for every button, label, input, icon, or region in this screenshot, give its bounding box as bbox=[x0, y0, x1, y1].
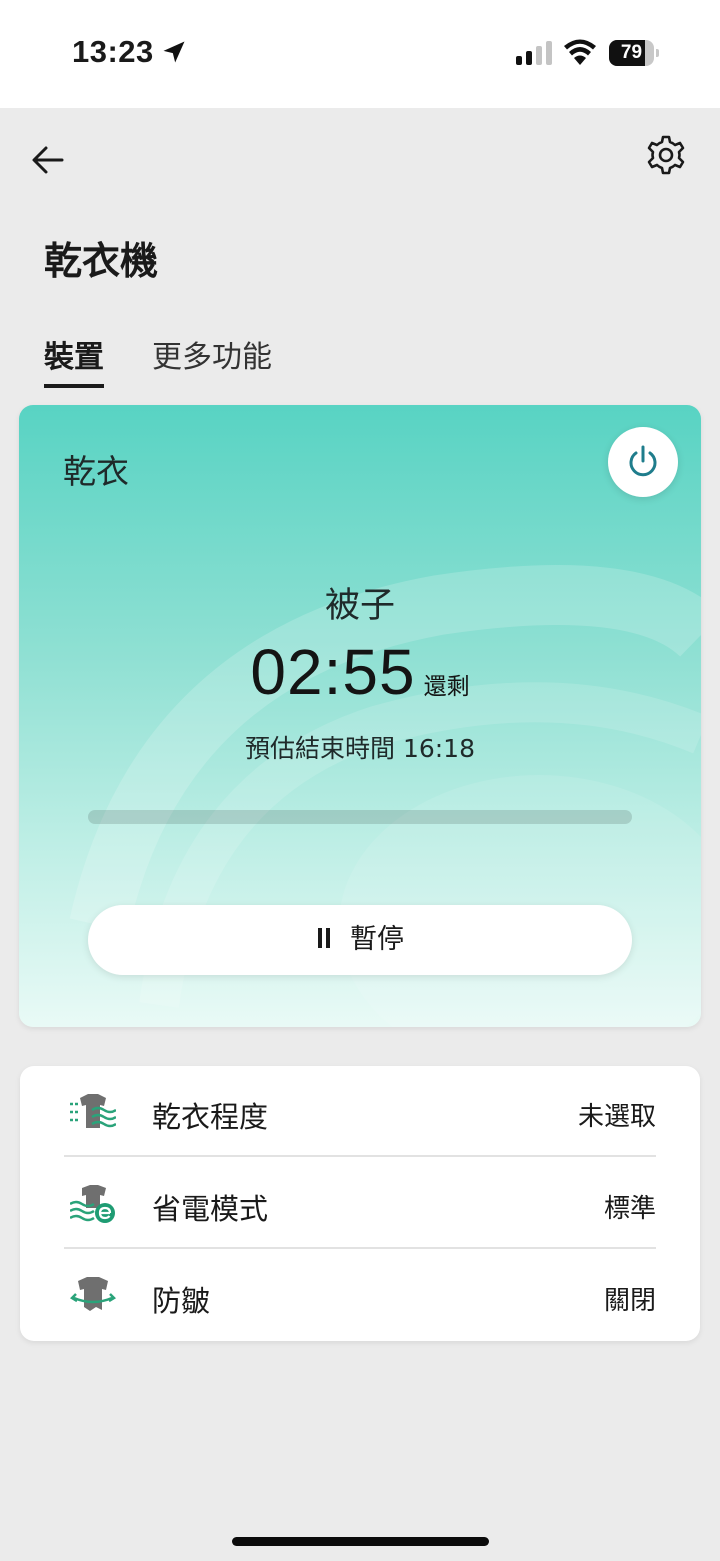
cycle-progress-bar bbox=[88, 810, 632, 824]
battery-level: 79 bbox=[620, 42, 643, 63]
time-remaining-suffix: 還剩 bbox=[423, 674, 470, 700]
tab-more-features[interactable]: 更多功能 bbox=[152, 332, 272, 376]
pause-button-label: 暫停 bbox=[350, 924, 404, 955]
setting-label: 乾衣程度 bbox=[152, 1100, 269, 1134]
battery-indicator: 79 bbox=[609, 40, 659, 66]
setting-label: 省電模式 bbox=[152, 1192, 269, 1226]
settings-button[interactable] bbox=[644, 134, 688, 178]
setting-row-eco-mode[interactable]: 省電模式 標準 bbox=[64, 1158, 656, 1249]
time-remaining: 02:55 bbox=[250, 636, 416, 708]
time-remaining-row: 02:55 還剩 bbox=[19, 635, 701, 709]
cycle-status-card: 乾衣 被子 02:55 還剩 預估結束時間 16:18 暫停 bbox=[19, 405, 701, 1027]
status-time: 13:23 bbox=[72, 34, 154, 69]
wifi-icon bbox=[564, 39, 596, 65]
home-indicator[interactable] bbox=[232, 1537, 489, 1546]
program-name: 被子 bbox=[324, 586, 395, 626]
drying-level-icon bbox=[70, 1094, 116, 1128]
setting-row-anti-crease[interactable]: 防皺 關閉 bbox=[64, 1250, 656, 1341]
setting-value: 標準 bbox=[603, 1194, 656, 1224]
gear-icon bbox=[647, 135, 685, 175]
setting-value: 未選取 bbox=[577, 1102, 656, 1132]
location-arrow-icon bbox=[163, 41, 185, 63]
status-bar: 13:23 79 bbox=[0, 0, 720, 108]
back-button[interactable] bbox=[28, 140, 68, 180]
setting-row-drying-level[interactable]: 乾衣程度 未選取 bbox=[64, 1066, 656, 1157]
eco-mode-icon bbox=[70, 1185, 115, 1223]
setting-value: 關閉 bbox=[603, 1286, 656, 1316]
cellular-signal-icon bbox=[516, 41, 552, 65]
tab-device[interactable]: 裝置 bbox=[44, 332, 104, 388]
arrow-left-icon bbox=[32, 146, 64, 174]
setting-label: 防皺 bbox=[152, 1284, 211, 1318]
pause-icon bbox=[316, 927, 332, 948]
anti-crease-icon bbox=[70, 1277, 116, 1311]
settings-list: 乾衣程度 未選取 省電模式 標準 防皺 關閉 bbox=[20, 1066, 700, 1341]
cycle-mode-label: 乾衣 bbox=[63, 452, 129, 491]
estimated-end-time: 預估結束時間 16:18 bbox=[245, 734, 475, 763]
pause-button[interactable]: 暫停 bbox=[88, 905, 632, 975]
power-button[interactable] bbox=[608, 427, 678, 497]
page-title: 乾衣機 bbox=[44, 239, 159, 283]
power-icon bbox=[629, 445, 657, 477]
